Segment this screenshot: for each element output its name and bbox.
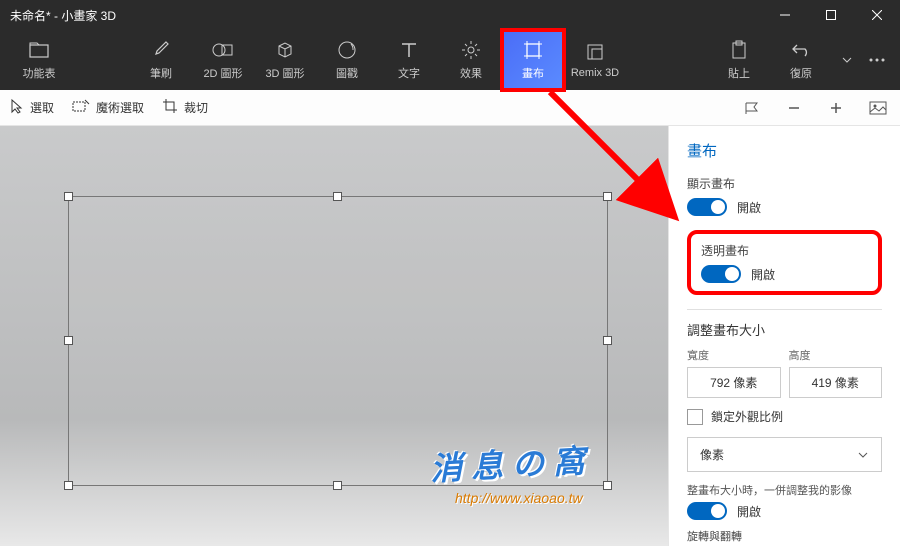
chevron-down-icon [842,49,852,71]
dropdown-button[interactable] [832,30,862,90]
resize-image-state: 開啟 [737,503,761,520]
resize-title: 調整畫布大小 [687,320,882,339]
transparent-state: 開啟 [751,266,775,283]
main-toolbar: 功能表 筆刷 2D 圖形 3D 圖形 圖戳 文字 效果 畫布 Remix 3D … [0,30,900,90]
canvas-selection[interactable] [68,196,608,486]
paste-button[interactable]: 貼上 [708,30,770,90]
resize-handle[interactable] [64,481,73,490]
effects-icon [461,39,481,61]
undo-icon [791,39,811,61]
view-image-button[interactable] [866,101,890,115]
effects-button[interactable]: 效果 [440,30,502,90]
panel-title: 畫布 [687,140,882,161]
width-input[interactable]: 792 像素 [687,367,781,398]
canvas-icon [523,39,543,61]
resize-image-toggle[interactable] [687,502,727,520]
shapes2d-button[interactable]: 2D 圖形 [192,30,254,90]
shapes2d-icon [212,39,234,61]
transparent-label: 透明畫布 [701,242,868,259]
close-button[interactable] [854,0,900,30]
transparent-toggle[interactable] [701,265,741,283]
cube-icon [275,39,295,61]
resize-handle[interactable] [64,192,73,201]
show-canvas-state: 開啟 [737,199,761,216]
lock-aspect-label: 鎖定外觀比例 [711,408,783,425]
more-button[interactable] [862,30,892,90]
resize-handle[interactable] [603,336,612,345]
crop-icon [162,98,178,117]
titlebar: 未命名* - 小畫家 3D [0,0,900,30]
resize-handle[interactable] [333,481,342,490]
crop-tool[interactable]: 裁切 [162,98,208,117]
shapes3d-button[interactable]: 3D 圖形 [254,30,316,90]
sub-toolbar: 選取 魔術選取 裁切 [0,90,900,126]
brush-icon [152,39,170,61]
canvas-panel: 畫布 顯示畫布 開啟 透明畫布 開啟 調整畫布大小 寬度 792 像素 高度 [668,126,900,546]
brush-button[interactable]: 筆刷 [130,30,192,90]
canvas-viewport[interactable] [0,126,668,546]
width-label: 寬度 [687,347,781,363]
menu-button[interactable]: 功能表 [8,30,70,90]
resize-note: 整畫布大小時，一併調整我的影像 [687,482,882,498]
sticker-icon [337,39,357,61]
remix-icon [585,41,605,63]
canvas-button[interactable]: 畫布 [502,30,564,90]
stickers-button[interactable]: 圖戳 [316,30,378,90]
resize-handle[interactable] [603,192,612,201]
resize-handle[interactable] [603,481,612,490]
unit-select[interactable]: 像素 [687,437,882,472]
remix3d-button[interactable]: Remix 3D [564,30,626,90]
magic-select-tool[interactable]: 魔術選取 [72,99,144,116]
zoom-out-button[interactable] [782,101,806,115]
minimize-button[interactable] [762,0,808,30]
resize-handle[interactable] [333,192,342,201]
maximize-button[interactable] [808,0,854,30]
height-input[interactable]: 419 像素 [789,367,883,398]
transparent-highlight: 透明畫布 開啟 [687,230,882,295]
view-flag-button[interactable] [740,101,764,115]
folder-icon [29,39,49,61]
height-label: 高度 [789,347,883,363]
more-icon [869,49,885,71]
text-button[interactable]: 文字 [378,30,440,90]
chevron-down-icon [857,448,869,462]
pointer-icon [10,98,24,117]
select-tool[interactable]: 選取 [10,98,54,117]
flip-label: 旋轉與翻轉 [687,528,882,544]
text-icon [400,39,418,61]
show-canvas-toggle[interactable] [687,198,727,216]
lock-aspect-checkbox[interactable] [687,409,703,425]
clipboard-icon [731,39,747,61]
magic-icon [72,99,90,116]
show-canvas-label: 顯示畫布 [687,175,882,192]
zoom-in-button[interactable] [824,101,848,115]
undo-button[interactable]: 復原 [770,30,832,90]
window-title: 未命名* - 小畫家 3D [10,7,116,24]
resize-handle[interactable] [64,336,73,345]
